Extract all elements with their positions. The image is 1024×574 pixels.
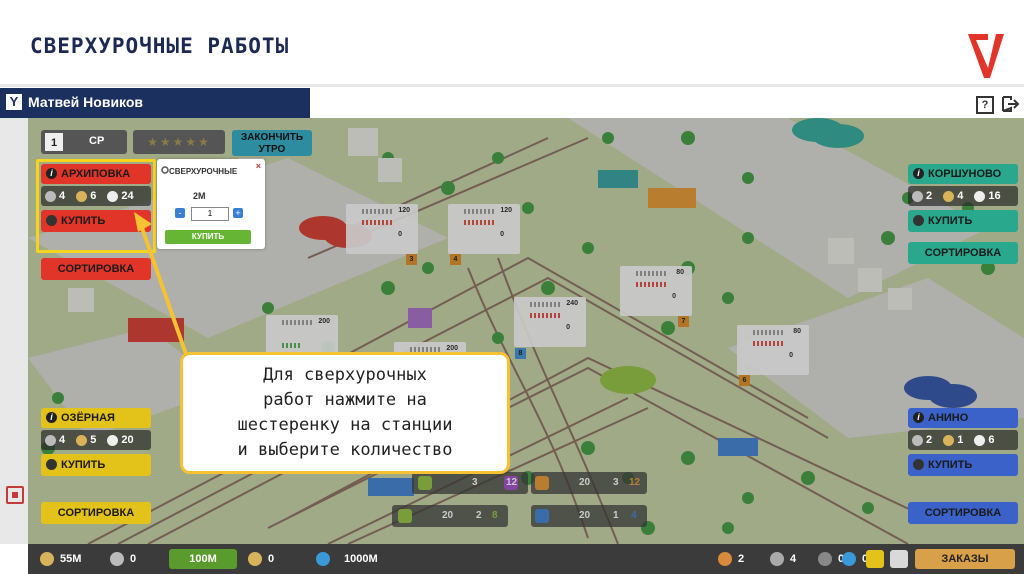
route-card[interactable]: 20 2 8 <box>392 505 508 527</box>
gear-icon[interactable] <box>974 190 986 202</box>
worker-icon <box>110 552 124 566</box>
orders-button[interactable]: ЗАКАЗЫ <box>915 549 1015 569</box>
info-icon[interactable]: i <box>913 412 924 423</box>
track-tag: 4 <box>450 254 461 265</box>
cart-icon <box>913 459 924 470</box>
route-card[interactable]: 20 1 4 <box>531 505 647 527</box>
info-icon[interactable]: i <box>46 412 57 423</box>
sorting-button[interactable]: СОРТИРОВКА <box>908 242 1018 264</box>
station-stats: 2 1 6 <box>908 430 1018 450</box>
route-card[interactable]: 3 12 <box>412 472 528 494</box>
left-strip <box>0 118 28 544</box>
coin-icon <box>76 434 88 446</box>
coin-icon <box>943 434 955 446</box>
track-panel[interactable]: 120 0 <box>346 204 418 254</box>
cart-icon <box>46 459 57 470</box>
coin-icon <box>248 552 262 566</box>
gear-icon[interactable] <box>974 434 986 446</box>
finish-morning-button[interactable]: ЗАКОНЧИТЬ УТРО <box>232 130 312 156</box>
track-panel[interactable]: 80 0 <box>620 266 692 316</box>
resource-indicator: 4 <box>770 552 796 566</box>
resource-icon <box>842 552 856 566</box>
resource-icon <box>770 552 784 566</box>
track-tag: 7 <box>678 316 689 327</box>
worker-icon <box>45 434 56 446</box>
close-icon[interactable]: × <box>256 161 261 171</box>
track-tag: 3 <box>406 254 417 265</box>
header-divider <box>0 84 1024 87</box>
overtime-title: СВЕРХУРОЧНЫЕ <box>169 167 238 176</box>
overtime-price: 2M <box>193 191 206 201</box>
calendar-day: 1 <box>45 133 63 151</box>
app-bar: Y Матвей Новиков <box>0 88 310 118</box>
coin-icon <box>943 190 955 202</box>
route-card[interactable]: 20 3 12 <box>531 472 647 494</box>
counter-indicator: 0 <box>110 552 136 566</box>
slide-title: СВЕРХУРОЧНЫЕ РАБОТЫ <box>30 34 290 58</box>
buy-button[interactable]: КУПИТЬ <box>908 454 1018 476</box>
track-tag: 6 <box>739 375 750 386</box>
worker-icon <box>912 190 923 202</box>
station-anino: i АНИНО 2 1 6 КУПИТЬ СОРТИРОВКА <box>908 408 1018 524</box>
buy-button[interactable]: КУПИТЬ <box>908 210 1018 232</box>
station-stats: 2 4 16 <box>908 186 1018 206</box>
sorting-button[interactable]: СОРТИРОВКА <box>908 502 1018 524</box>
resource-indicator: 0 <box>818 552 844 566</box>
sorting-button[interactable]: СОРТИРОВКА <box>41 502 151 524</box>
calendar: 1 СР <box>41 130 127 154</box>
help-icon[interactable]: ? <box>976 96 994 114</box>
worker-icon <box>912 434 923 446</box>
exit-icon[interactable] <box>1000 94 1020 114</box>
callout-arrow-icon <box>134 212 190 361</box>
track-panel[interactable]: 80 0 <box>737 325 809 375</box>
station-title[interactable]: i АНИНО <box>908 408 1018 428</box>
station-ozernaya: i ОЗЁРНАЯ 4 5 20 КУПИТЬ СОРТИРОВКА <box>41 408 151 524</box>
station-title[interactable]: i КОРШУНОВО <box>908 164 1018 184</box>
coin-icon <box>40 552 54 566</box>
buy-button[interactable]: КУПИТЬ <box>41 454 151 476</box>
stats-icon[interactable] <box>866 550 884 568</box>
track-tag: 8 <box>515 348 526 359</box>
app-logo-icon: Y <box>6 94 22 110</box>
money-indicator: 1000M <box>316 552 378 566</box>
station-korshunovo: i КОРШУНОВО 2 4 16 КУПИТЬ СОРТИРОВКА <box>908 164 1018 264</box>
edit-icon[interactable] <box>890 550 908 568</box>
calendar-weekday: СР <box>89 135 105 147</box>
track-panel[interactable]: 240 0 <box>514 297 586 347</box>
resource-indicator: 2 <box>718 552 744 566</box>
money-indicator: 55M <box>40 552 81 566</box>
brand-logo-icon <box>968 34 1004 78</box>
info-icon[interactable]: i <box>913 168 924 179</box>
gear-icon[interactable] <box>107 434 119 446</box>
track-panel[interactable]: 120 0 <box>448 204 520 254</box>
instruction-callout: Для сверхурочных работ нажмите на шестер… <box>180 352 510 474</box>
cart-icon <box>913 215 924 226</box>
gear-icon <box>161 166 169 174</box>
bottom-bar: 55M 0 100M 0 1000M 2 4 0 0 ЗАКАЗЫ <box>28 544 1024 574</box>
station-stats: 4 5 20 <box>41 430 151 450</box>
money-button[interactable]: 100M <box>169 549 237 569</box>
resource-icon <box>818 552 832 566</box>
counter-indicator: 0 <box>248 552 274 566</box>
app-bar-right <box>310 88 1024 118</box>
globe-icon <box>316 552 330 566</box>
resource-indicator: 0 <box>842 552 868 566</box>
station-title[interactable]: i ОЗЁРНАЯ <box>41 408 151 428</box>
side-menu-icon[interactable] <box>6 486 24 504</box>
user-name: Матвей Новиков <box>28 94 144 110</box>
resource-icon <box>718 552 732 566</box>
increase-button[interactable]: + <box>233 208 243 218</box>
rating-stars: ★★★★★ <box>133 130 225 154</box>
